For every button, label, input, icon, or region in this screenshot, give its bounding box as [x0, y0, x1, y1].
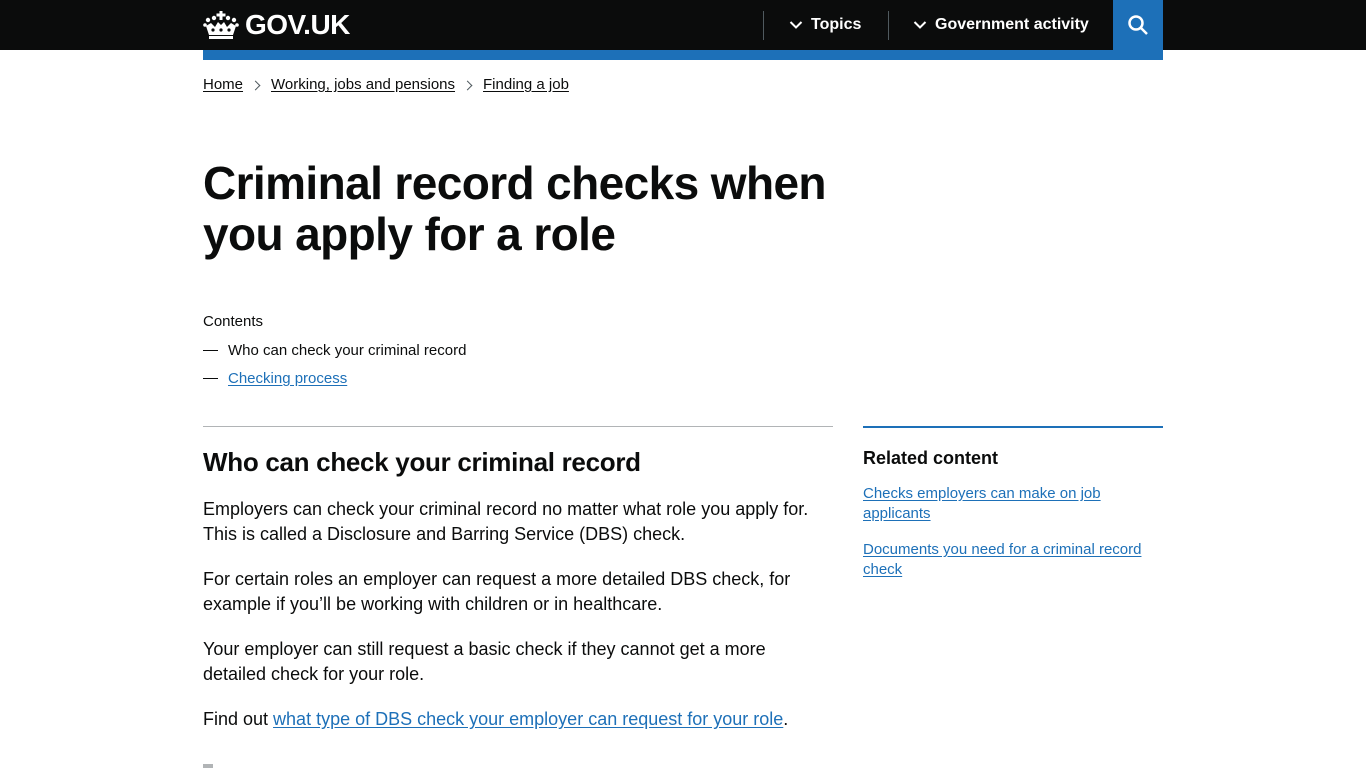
- search-icon: [1128, 15, 1148, 35]
- contents-link-checking-process[interactable]: Checking process: [228, 369, 347, 388]
- chevron-down-icon: [789, 21, 803, 29]
- chevron-down-icon: [913, 21, 927, 29]
- page-title: Criminal record checks when you apply fo…: [203, 157, 827, 260]
- header-accent-bar: [203, 50, 1163, 60]
- dash-icon: [203, 350, 218, 351]
- crown-icon: [203, 11, 239, 39]
- section-heading: Who can check your criminal record: [203, 447, 641, 477]
- content-marker: [203, 764, 213, 768]
- find-out-suffix: .: [783, 709, 789, 729]
- govuk-logo-link[interactable]: GOV.UK: [203, 8, 350, 42]
- breadcrumb-working-jobs-pensions[interactable]: Working, jobs and pensions: [271, 75, 455, 95]
- breadcrumb-finding-a-job[interactable]: Finding a job: [483, 75, 569, 95]
- section-divider: [203, 426, 833, 427]
- nav-topics-button[interactable]: Topics: [789, 0, 861, 50]
- nav-government-activity-label: Government activity: [935, 16, 1089, 33]
- find-out-prefix: Find out: [203, 709, 274, 729]
- nav-divider: [888, 11, 889, 40]
- chevron-right-icon: [250, 80, 261, 90]
- contents-list: Contents Who can check your criminal rec…: [203, 312, 466, 388]
- dash-icon: [203, 378, 218, 379]
- search-button[interactable]: [1113, 0, 1163, 50]
- contents-item-current: Who can check your criminal record: [228, 342, 467, 359]
- site-header: GOV.UK Topics Government activity: [0, 0, 1366, 50]
- contents-item: Checking process: [203, 369, 466, 388]
- paragraph: For certain roles an employer can reques…: [203, 569, 791, 614]
- nav-government-activity-button[interactable]: Government activity: [913, 0, 1089, 50]
- contents-item: Who can check your criminal record: [203, 341, 466, 360]
- related-content-title: Related content: [863, 448, 999, 468]
- breadcrumb-home[interactable]: Home: [203, 75, 243, 95]
- chevron-right-icon: [462, 80, 473, 90]
- related-link-checks-employers[interactable]: Checks employers can make on job applica…: [863, 484, 1163, 524]
- related-content: Related content Checks employers can mak…: [863, 426, 1163, 580]
- paragraph: Your employer can still request a basic …: [203, 639, 766, 684]
- paragraph: Employers can check your criminal record…: [203, 499, 809, 544]
- nav-divider: [763, 11, 764, 40]
- logo-text: GOV.UK: [245, 9, 350, 40]
- dbs-check-type-link[interactable]: what type of DBS check your employer can…: [273, 709, 783, 729]
- nav-topics-label: Topics: [811, 16, 862, 33]
- related-link-documents-needed[interactable]: Documents you need for a criminal record…: [863, 540, 1163, 580]
- breadcrumb: Home Working, jobs and pensions Finding …: [203, 75, 569, 95]
- contents-label: Contents: [203, 313, 264, 330]
- paragraph-find-out: Find out what type of DBS check your emp…: [203, 707, 833, 732]
